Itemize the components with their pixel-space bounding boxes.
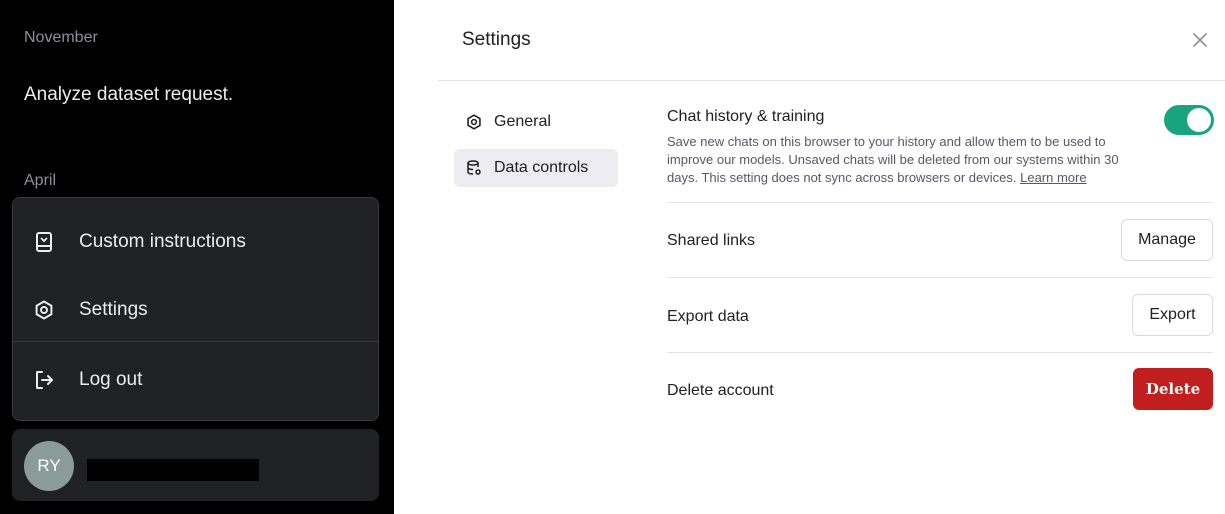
section-label-november: November — [24, 29, 98, 46]
tab-data-controls-label: Data controls — [494, 159, 589, 176]
chat-history-title: Chat history & training — [667, 108, 825, 125]
user-menu: Custom instructions Settings Log out — [12, 197, 379, 421]
settings-label: Settings — [79, 299, 148, 320]
chat-history-item[interactable]: Analyze dataset request. — [24, 84, 233, 106]
chat-history-toggle[interactable] — [1164, 105, 1214, 135]
log-out-menu-item[interactable]: Log out — [13, 348, 378, 412]
user-account-button[interactable]: RY — [12, 429, 379, 501]
custom-instructions-menu-item[interactable]: Custom instructions — [13, 210, 378, 274]
gear-icon — [33, 299, 55, 321]
header-divider — [438, 80, 1225, 81]
section-label-april: April — [24, 172, 57, 189]
delete-account-title: Delete account — [667, 382, 774, 399]
custom-instructions-label: Custom instructions — [79, 231, 246, 252]
custom-instructions-icon — [33, 231, 55, 253]
row-divider — [667, 352, 1213, 353]
log-out-label: Log out — [79, 369, 143, 390]
row-divider — [667, 202, 1213, 203]
sidebar: November Analyze dataset request. April … — [0, 0, 394, 514]
modal-title: Settings — [462, 29, 531, 50]
settings-menu-item[interactable]: Settings — [13, 278, 378, 342]
database-gear-icon — [466, 160, 482, 176]
shared-links-title: Shared links — [667, 232, 756, 249]
manage-button[interactable]: Manage — [1121, 219, 1213, 261]
chat-history-description: Save new chats on this browser to your h… — [667, 133, 1147, 187]
delete-button[interactable]: Delete — [1133, 368, 1213, 410]
toggle-knob — [1187, 108, 1211, 132]
tab-general[interactable]: General — [454, 103, 618, 141]
menu-divider — [13, 341, 378, 342]
avatar: RY — [24, 441, 74, 491]
tab-general-label: General — [494, 113, 551, 130]
learn-more-link[interactable]: Learn more — [1020, 170, 1086, 185]
export-data-title: Export data — [667, 308, 749, 325]
close-icon — [1193, 33, 1207, 47]
close-button[interactable] — [1187, 27, 1213, 53]
settings-modal: Settings General Data controls Chat hist… — [438, 0, 1225, 514]
row-divider — [667, 277, 1213, 278]
redacted-username — [87, 459, 259, 481]
gear-icon — [466, 114, 482, 130]
log-out-icon — [33, 369, 55, 391]
tab-data-controls[interactable]: Data controls — [454, 149, 618, 187]
export-button[interactable]: Export — [1132, 294, 1213, 336]
